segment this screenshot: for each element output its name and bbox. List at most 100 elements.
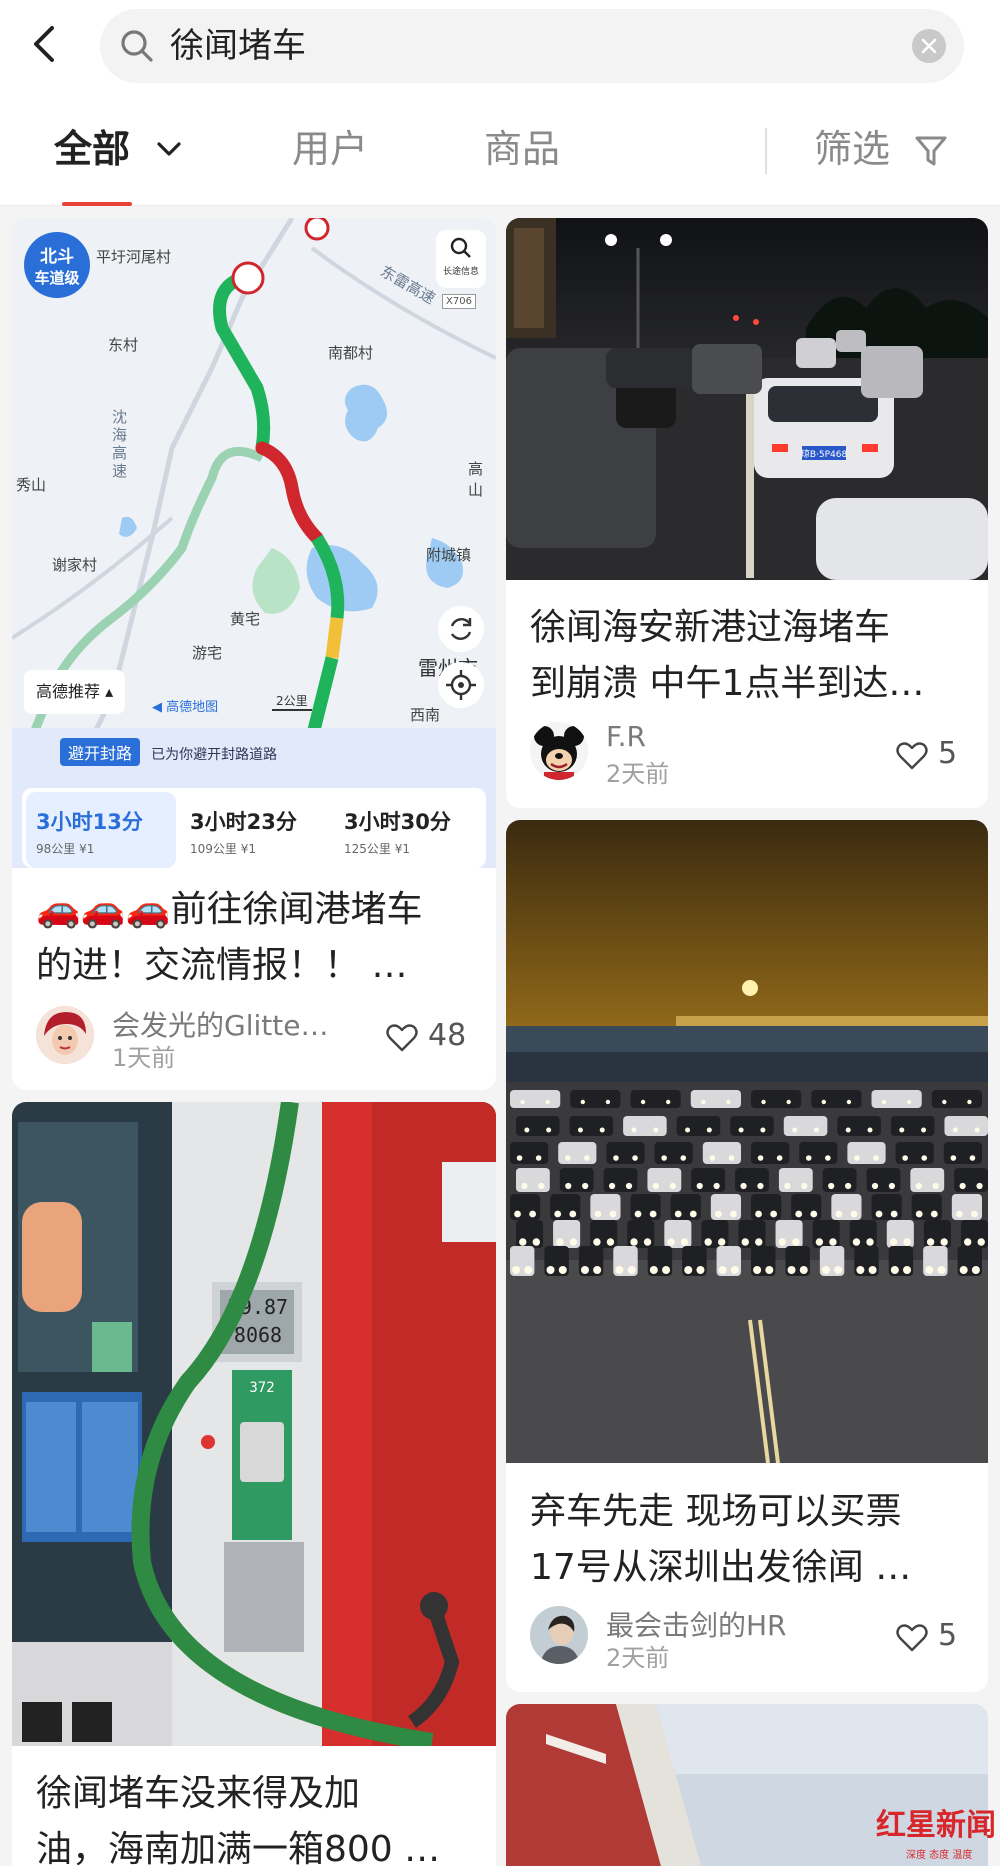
parked-car (778, 1168, 813, 1192)
parked-car (510, 1090, 561, 1108)
map-search-label: 长途信息 (442, 267, 479, 277)
card-title-line2: 的进！交流情报！！ … (36, 945, 408, 986)
parked-car (751, 1142, 790, 1164)
car-headlight (765, 1266, 774, 1274)
card-title-line1: 徐闻海安新港过海堵车 (530, 607, 891, 648)
map-road-code: X706 (442, 294, 476, 309)
filter-button[interactable]: 筛选 (814, 92, 947, 206)
car-headlight (815, 1238, 824, 1246)
tab-divider (765, 128, 767, 174)
parked-car (931, 1090, 982, 1108)
card-title-line1: 徐闻堵车没来得及加 (36, 1773, 361, 1814)
car-headlight (577, 1127, 583, 1133)
post-time: 2天前 (606, 760, 670, 788)
car-headlight (940, 1238, 948, 1246)
car-headlight (792, 1127, 798, 1133)
parked-car (569, 1116, 614, 1136)
car-headlight (546, 1266, 555, 1274)
mickey-avatar-icon (530, 722, 588, 780)
car-headlight (519, 1238, 527, 1246)
parked-car (516, 1168, 550, 1192)
avoid-closure-text: 已为你避开封路道路 (151, 747, 278, 763)
feed-card[interactable]: 弃车先走 现场可以买票 17号从深圳出发徐闻 … 最会击剑的HR 2天前 5 (506, 820, 988, 1692)
back-button[interactable] (24, 22, 68, 66)
tab-users[interactable]: 用户 (292, 92, 368, 206)
car-headlight (630, 1238, 638, 1246)
car-headlight (545, 1099, 550, 1105)
car-headlight (846, 1099, 852, 1105)
parked-car (690, 1090, 741, 1108)
car-headlight (593, 1238, 601, 1246)
filter-icon (915, 136, 947, 166)
car-headlight (608, 1182, 616, 1190)
map-place-label: 秀山 (16, 476, 47, 494)
card-title: 徐闻海安新港过海堵车 到崩溃 中午1点半到达… (530, 600, 970, 712)
car-headlight (753, 1266, 762, 1274)
car-headlight (890, 1266, 899, 1274)
car-headlight (558, 1266, 567, 1274)
card-title-line2: 到崩溃 中午1点半到达… (530, 663, 925, 704)
car-headlight (674, 1210, 682, 1218)
car-headlight (706, 1127, 712, 1133)
map-road-label: 沈海高速 (112, 408, 128, 480)
parked-car (943, 1142, 982, 1164)
car-headlight (792, 1238, 800, 1246)
license-plate: 琼B·5P468 (801, 448, 848, 460)
author-info[interactable]: F.R 2天前 (530, 720, 830, 788)
car-headlight (868, 1266, 877, 1274)
car-headlight (786, 1099, 791, 1105)
car-headlight (845, 1127, 851, 1133)
map-brand: ◀ 高德地图 (152, 700, 219, 715)
search-icon (121, 30, 153, 62)
tab-goods[interactable]: 商品 (484, 92, 560, 206)
like-button[interactable]: 48 (386, 1018, 486, 1058)
car-headlight (714, 1210, 722, 1218)
car-headlight (801, 1182, 808, 1190)
like-button[interactable]: 5 (896, 736, 976, 776)
car-headlight (613, 1155, 619, 1161)
car-headlight (805, 1155, 812, 1161)
car-headlight (829, 1238, 837, 1246)
parked-car (654, 1142, 693, 1164)
car-headlight (728, 1155, 735, 1161)
feed-card[interactable]: 北斗 车道级 长途信息 X706 平圩河尾村 东村 南都村 秀山 谢家村 黄宅 … (12, 218, 496, 1090)
like-button[interactable]: 5 (896, 1618, 976, 1658)
car-headlight (867, 1127, 873, 1133)
parked-car (550, 1194, 581, 1220)
tab-all[interactable]: 全部 (54, 92, 181, 206)
feed-card[interactable]: 琼B·5P468 徐闻海安新港过海堵车 到崩溃 中午1点半到达… F.R 2天前… (506, 218, 988, 808)
filter-label: 筛选 (814, 127, 891, 171)
car-headlight (524, 1266, 533, 1274)
card-title-line2: 油，海南加满一箱800 … (36, 1829, 441, 1866)
author-info[interactable]: 会发光的Glitte… 1天前 (36, 1004, 356, 1072)
author-info[interactable]: 最会击剑的HR 2天前 (530, 1604, 850, 1672)
car-headlight (828, 1182, 835, 1190)
search-query: 徐闻堵车 (170, 26, 306, 66)
night-traffic-photo: 琼B·5P468 (506, 218, 988, 580)
car-headlight (852, 1238, 861, 1246)
parked-car (603, 1168, 638, 1192)
car-headlight (889, 1238, 898, 1246)
feed-card[interactable]: 79.87 8068 372 徐闻堵车没来得及加 油，海南加满一箱800 … (12, 1102, 496, 1866)
parked-car (822, 1168, 857, 1192)
map-place-label: 平圩河尾村 (96, 248, 172, 266)
parked-car (647, 1168, 682, 1192)
parked-car (751, 1194, 782, 1220)
parked-car (735, 1168, 769, 1192)
clear-search-button[interactable] (912, 29, 946, 63)
car-headlight (902, 1155, 908, 1161)
car-headlight (631, 1127, 637, 1133)
car-headlight (888, 1182, 896, 1190)
car-headlight (915, 1210, 923, 1218)
parked-car (559, 1168, 594, 1192)
car-headlight (890, 1210, 898, 1218)
car-headlight (778, 1238, 787, 1246)
card-title-line1: 🚗🚗🚗前往徐闻港堵车 (36, 889, 423, 930)
filter-tab-bar: 全部 用户 商品 筛选 (0, 92, 1000, 206)
search-input[interactable]: 徐闻堵车 (100, 9, 964, 83)
car-headlight (976, 1182, 983, 1190)
watermark-logo: 红星新闻 (876, 1808, 996, 1843)
car-headlight (652, 1182, 660, 1190)
car-headlight (926, 1238, 935, 1246)
car-headlight (625, 1182, 633, 1190)
